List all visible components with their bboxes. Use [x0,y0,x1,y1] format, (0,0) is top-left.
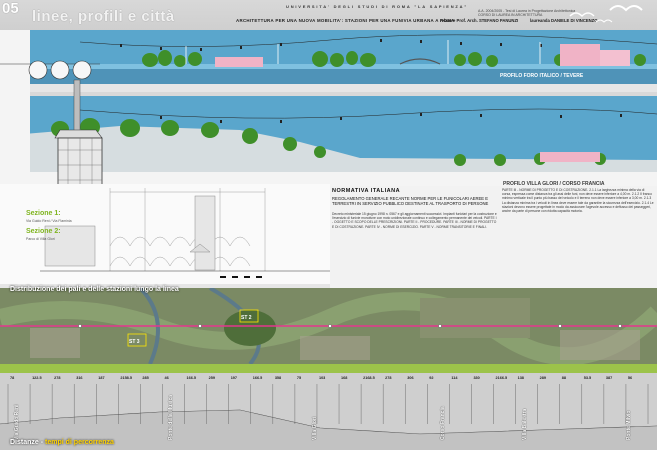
university-label: UNIVERSITA' DEGLI STUDI DI ROMA "LA SAPI… [286,4,469,9]
distance-value: 289 [539,376,546,380]
footer-title-prefix: Distanze - [10,439,46,446]
distance-value: 2158.5 [120,376,132,380]
section-drawings [40,188,330,278]
distance-value: 316 [76,376,83,380]
thesis-subtitle: ARCHITETTURA PER UNA NUOVA MOBILITA': ST… [236,18,455,23]
normativa-title: NORMATIVA ITALIANA [332,188,401,194]
relatore-label: relatore Prof. Arch. STEFANO PANUNZI [440,18,519,23]
distance-value: 138 [517,376,524,380]
normativa-body: Decreto ministeriale 15 giugno 1998 n. 0… [332,212,497,229]
distance-value: 278 [54,376,61,380]
distance-value: 2168.5 [363,376,375,380]
footer-title-highlight: tempi di percorrenza [45,439,114,446]
station-label-3: ST 3 [129,339,140,345]
distance-value: 306 [407,376,414,380]
distance-value: 92 [429,376,434,380]
normativa-column-2: PARTE III - NORME DI PROGETTO E DI COSTR… [502,188,654,214]
course-label: CORSO DI LAUREA IN ARCHITETTURA [478,13,543,17]
section-2-subtitle: Parco di Villa Glori [26,237,55,241]
birds-illustration [569,5,643,23]
section-1-title: Sezione 1: [26,210,61,217]
distance-value: 166.5 [252,376,263,380]
station-name: Ponte della Musica [168,394,174,440]
distance-value: 2166.5 [495,376,508,380]
distance-value: 53.5 [583,376,592,380]
page-title: linee, profili e città [32,8,175,25]
distance-value: 122.5 [32,376,42,380]
distance-row: 78 122.5 278 316 187 2158.5 285 46 166.5 259 197 16… [0,376,657,384]
profile-1-label: PROFILO FORO ITALICO / TEVERE [500,73,584,79]
stations-row: Via Guido Reni Ponte della Musica Villa Gl… [0,384,657,444]
distance-value: 46 [164,376,169,380]
distance-value: 166.5 [186,376,197,380]
section-2-title: Sezione 2: [26,228,61,235]
footer-title: Distanze - tempi di percorrenza [10,439,114,446]
aerial-map: ST 2 ST 3 [0,288,657,364]
station-name: Villa Balestra [522,408,528,440]
normativa-regulation: REGOLAMENTO GENERALE RECANTE NORME PER L… [332,196,489,206]
plate-number: 05 [2,0,19,17]
distance-value: 168 [341,376,348,380]
distance-value: 56 [627,376,633,380]
distance-value: 387 [605,376,613,380]
distance-value: 78 [10,376,15,380]
distance-value: 75 [296,376,302,380]
map-title: Distribuzione dei pali e delle stazioni … [10,286,179,293]
station-name: Villa Glori [312,416,318,440]
distance-value: 358 [274,376,282,380]
distance-value: 285 [142,376,149,380]
station-name: Ponte Milvio [626,410,632,440]
distance-value: 187 [98,376,105,380]
station-name: Via Guido Reni [14,404,20,440]
distance-value: 278 [385,376,392,380]
distance-value: 330 [473,376,480,380]
section-1-subtitle: Via Guido Reni / Via Flaminia [26,219,72,223]
distance-value: 259 [208,376,215,380]
aerial-map-image: ST 2 ST 3 [0,288,657,364]
distance-value: 197 [230,376,238,380]
distance-value: 103 [318,376,326,380]
distance-value: 88 [561,376,566,380]
profile-green-band [0,364,657,373]
distance-value: 114 [451,376,458,380]
station-name: Corso Francia [440,406,446,440]
station-label-2: ST 2 [241,315,252,321]
